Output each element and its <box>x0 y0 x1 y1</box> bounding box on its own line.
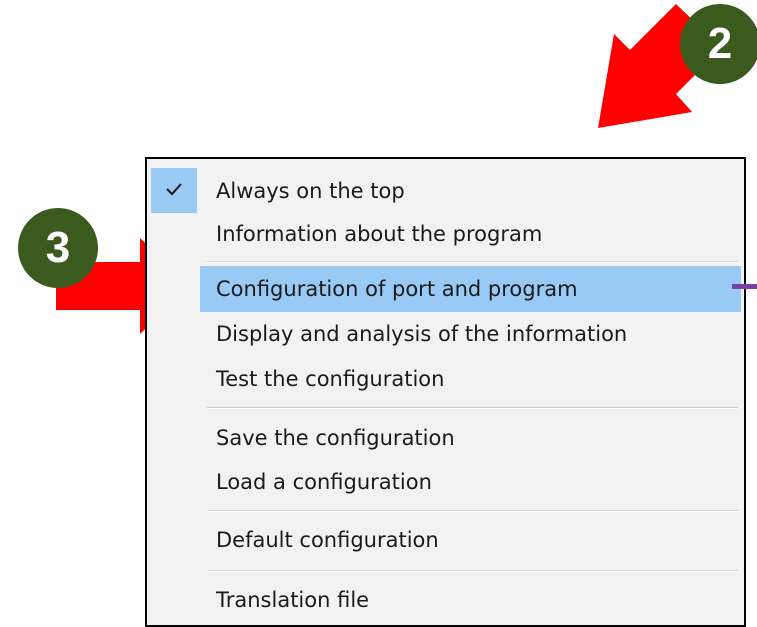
menu-item-save-configuration[interactable]: Save the configuration <box>147 415 744 461</box>
menu-item-label: Information about the program <box>216 222 543 246</box>
menu-item-label: Save the configuration <box>216 426 455 450</box>
menu-item-label: Always on the top <box>216 179 405 203</box>
menu-separator <box>207 261 738 263</box>
step-3-badge: 3 <box>18 208 98 288</box>
menu-item-load-configuration[interactable]: Load a configuration <box>147 459 744 505</box>
menu-separator <box>207 407 738 409</box>
menu-item-label: Default configuration <box>216 528 439 552</box>
context-menu: Always on the top Information about the … <box>145 157 746 627</box>
menu-item-label: Load a configuration <box>216 470 432 494</box>
step-2-badge: 2 <box>680 4 757 84</box>
menu-item-always-on-top[interactable]: Always on the top <box>147 168 744 214</box>
menu-item-configuration-port-program[interactable]: Configuration of port and program <box>200 266 741 312</box>
menu-item-label: Configuration of port and program <box>216 277 578 301</box>
menu-item-translation-file[interactable]: Translation file <box>147 577 744 623</box>
submenu-marker <box>732 284 757 289</box>
menu-item-information-about-program[interactable]: Information about the program <box>147 211 744 257</box>
menu-item-test-configuration[interactable]: Test the configuration <box>147 356 744 402</box>
menu-item-label: Test the configuration <box>216 367 445 391</box>
menu-item-label: Translation file <box>216 588 370 612</box>
menu-item-label: Display and analysis of the information <box>216 322 628 346</box>
menu-separator <box>207 510 738 512</box>
menu-separator <box>207 570 738 572</box>
menu-item-display-analysis[interactable]: Display and analysis of the information <box>147 311 744 357</box>
menu-item-default-configuration[interactable]: Default configuration <box>147 517 744 563</box>
